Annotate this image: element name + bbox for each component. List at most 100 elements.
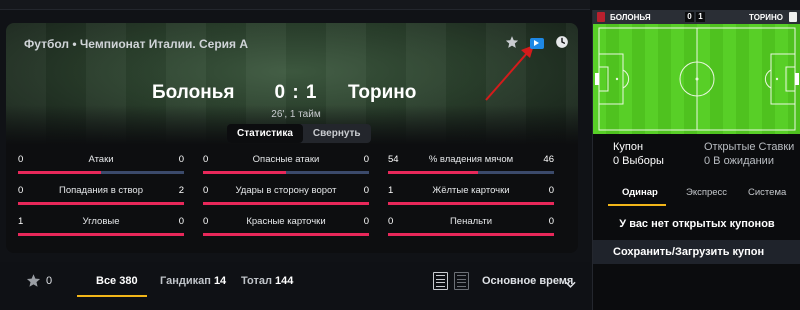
stat-row: 0 Опасные атаки 0 <box>203 153 369 165</box>
stat-label: Атаки <box>88 153 114 165</box>
stat-item: 0 Опасные атаки 0 <box>203 153 369 174</box>
favorites-count: 0 <box>46 275 53 287</box>
list-view-icon[interactable] <box>433 272 448 290</box>
stat-away-value: 0 <box>363 184 369 196</box>
star-icon[interactable] <box>503 33 520 50</box>
save-load-coupon-button[interactable]: Сохранить/Загрузить купон <box>593 240 800 264</box>
stat-row: 0 Попадания в створ 2 <box>18 184 184 196</box>
tab-system[interactable]: Система <box>748 187 786 198</box>
stat-bar <box>18 202 184 205</box>
stat-bar <box>388 171 554 174</box>
away-kit-icon <box>789 12 797 22</box>
stat-away-value: 0 <box>178 215 184 227</box>
market-tab-all[interactable]: Все 380 <box>96 275 138 287</box>
stat-row: 0 Пенальти 0 <box>388 215 554 227</box>
stat-away-value: 0 <box>548 215 554 227</box>
stats-tab[interactable]: Статистика <box>227 124 303 143</box>
match-actions <box>503 33 570 50</box>
stat-bar <box>18 171 184 174</box>
stat-home-value: 54 <box>388 153 399 165</box>
favorites-star-icon[interactable] <box>26 273 41 293</box>
stat-bar <box>388 202 554 205</box>
stat-bar <box>203 202 369 205</box>
stat-away-value: 2 <box>178 184 184 196</box>
field-away-team: ТОРИНО <box>749 13 783 22</box>
stat-row: 0 Красные карточки 0 <box>203 215 369 227</box>
stat-bar-fill <box>388 233 554 236</box>
home-kit-icon <box>597 12 605 22</box>
stat-row: 54 % владения мячом 46 <box>388 153 554 165</box>
stat-bar-fill <box>388 171 478 174</box>
tab-express[interactable]: Экспресс <box>686 187 727 198</box>
coupon-tab-underline <box>608 204 666 206</box>
stat-bar <box>388 233 554 236</box>
stat-label: Попадания в створ <box>59 184 143 196</box>
stat-item: 0 Удары в сторону ворот 0 <box>203 184 369 205</box>
stat-bar-fill <box>203 233 369 236</box>
stat-bar <box>203 171 369 174</box>
stat-away-value: 46 <box>543 153 554 165</box>
field-away-score: 1 <box>696 12 705 22</box>
chevron-down-icon[interactable] <box>565 276 576 294</box>
right-panel: БОЛОНЬЯ 0 1 ТОРИНО Купон 0 Выборы Открыт… <box>592 10 800 310</box>
market-tab-count: 144 <box>275 275 294 287</box>
collapse-tab[interactable]: Свернуть <box>303 124 371 143</box>
stat-item: 0 Пенальти 0 <box>388 215 554 236</box>
market-tab-label: Тотал <box>241 275 272 287</box>
coupon-title[interactable]: Купон <box>613 141 643 153</box>
active-tab-underline <box>77 295 147 297</box>
stats-toggle: Статистика Свернуть <box>227 124 371 143</box>
stat-label: Красные карточки <box>246 215 326 227</box>
breadcrumb[interactable]: Футбол • Чемпионат Италии. Серия А <box>24 37 248 51</box>
field-home-score: 0 <box>685 12 694 22</box>
coupon-selections: 0 Выборы <box>613 155 664 167</box>
stat-away-value: 0 <box>363 153 369 165</box>
stat-away-value: 0 <box>363 215 369 227</box>
stat-bar <box>18 233 184 236</box>
stat-row: 0 Удары в сторону ворот 0 <box>203 184 369 196</box>
stat-item: 0 Попадания в створ 2 <box>18 184 184 205</box>
stat-label: % владения мячом <box>428 153 514 165</box>
stat-item: 1 Угловые 0 <box>18 215 184 236</box>
stat-label: Жёлтые карточки <box>432 184 510 196</box>
stat-bar-fill <box>203 171 286 174</box>
market-tab-handicap[interactable]: Гандикап 14 <box>160 275 226 287</box>
away-team-name: Торино <box>348 82 417 103</box>
open-bets-pending: 0 В ожидании <box>704 155 774 167</box>
stat-bar-fill <box>388 202 554 205</box>
stat-label: Пенальти <box>449 215 493 227</box>
grid-view-icon[interactable] <box>454 272 469 290</box>
stat-row: 1 Угловые 0 <box>18 215 184 227</box>
match-time: 26', 1 тайм <box>271 109 321 120</box>
stat-row: 1 Жёлтые карточки 0 <box>388 184 554 196</box>
match-score: 0 : 1 <box>274 82 318 103</box>
stat-bar <box>203 233 369 236</box>
market-tab-count: 380 <box>119 275 138 287</box>
time-filter-select[interactable]: Основное время <box>482 275 573 287</box>
pitch-visual <box>593 24 800 134</box>
coupon-type-tabs: Одинар Экспресс Система <box>593 180 800 206</box>
stat-label: Опасные атаки <box>252 153 320 165</box>
tab-single[interactable]: Одинар <box>622 187 658 198</box>
stat-bar-fill <box>18 171 101 174</box>
coupon-panel: Купон 0 Выборы Открытые Ставки 0 В ожида… <box>593 134 800 310</box>
market-tab-total[interactable]: Тотал 144 <box>241 275 293 287</box>
market-tab-label: Гандикап <box>160 275 211 287</box>
stat-bar-fill <box>203 202 369 205</box>
market-tab-label: Все <box>96 275 117 287</box>
stat-row: 0 Атаки 0 <box>18 153 184 165</box>
stat-away-value: 0 <box>548 184 554 196</box>
field-header: БОЛОНЬЯ 0 1 ТОРИНО <box>593 10 800 24</box>
stat-bar-fill <box>18 202 184 205</box>
match-card: Футбол • Чемпионат Италии. Серия А Болон… <box>6 23 578 253</box>
clock-icon[interactable] <box>553 33 570 50</box>
stat-item: 1 Жёлтые карточки 0 <box>388 184 554 205</box>
stat-item: 54 % владения мячом 46 <box>388 153 554 174</box>
stat-away-value: 0 <box>178 153 184 165</box>
field-home-team: БОЛОНЬЯ <box>610 13 651 22</box>
open-bets-title[interactable]: Открытые Ставки <box>704 141 794 153</box>
tv-icon[interactable] <box>528 33 545 50</box>
empty-coupon-message: У вас нет открытых купонов <box>619 218 775 230</box>
stat-item: 0 Атаки 0 <box>18 153 184 174</box>
stat-label: Удары в сторону ворот <box>235 184 337 196</box>
